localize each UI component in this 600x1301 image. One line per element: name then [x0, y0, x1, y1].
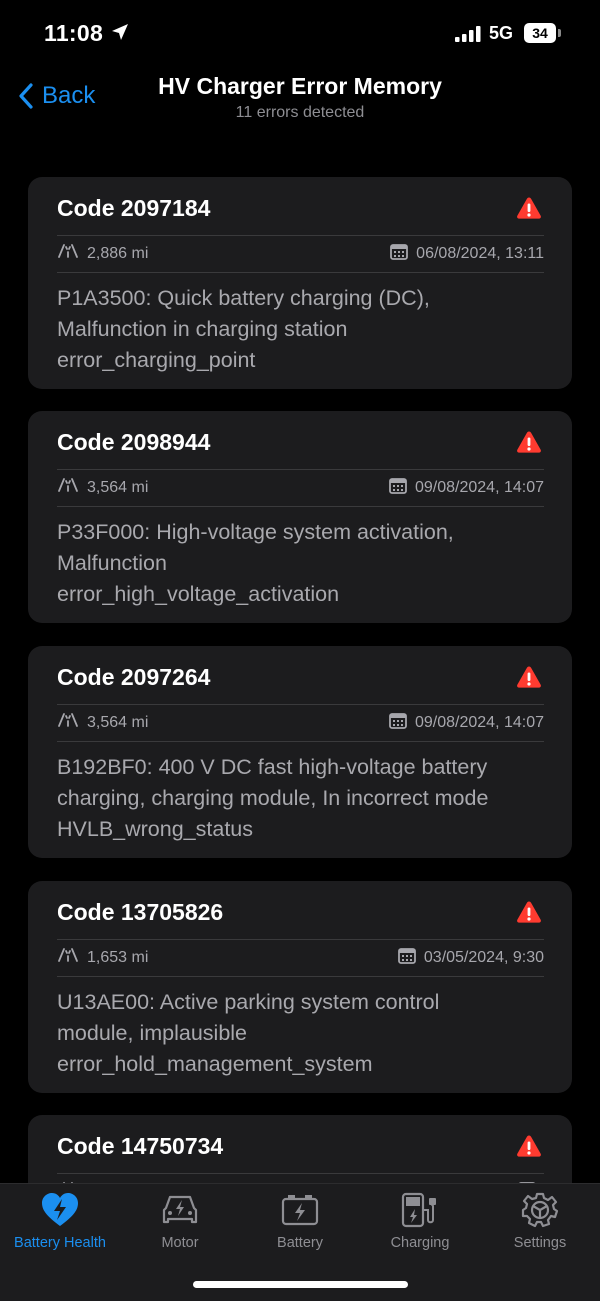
error-card[interactable]: Code 2097264 3,564 mi 09/08/2024, 14:07 B19… — [28, 646, 572, 858]
warning-triangle-icon — [516, 900, 542, 929]
car-bolt-icon — [162, 1195, 198, 1224]
error-code: Code 2097264 — [57, 664, 211, 690]
tab-label: Charging — [390, 1235, 450, 1251]
home-indicator[interactable] — [193, 1281, 408, 1288]
ev-charger-icon — [401, 1192, 436, 1228]
divider — [57, 741, 544, 742]
error-card[interactable]: Code 2098944 3,564 mi 09/08/2024, 14:07 P33… — [28, 411, 572, 623]
error-card[interactable]: Code 13705826 1,653 mi 03/05/2024, 9:30 U13… — [28, 881, 572, 1093]
error-datetime: 06/08/2024, 13:11 — [416, 245, 544, 262]
battery-level: 34 — [524, 23, 556, 43]
warning-triangle-icon — [516, 665, 542, 694]
error-meta: 3,564 mi 09/08/2024, 14:07 — [57, 475, 544, 497]
status-bar: 11:08 5G 34 — [0, 0, 600, 66]
divider — [57, 939, 544, 940]
description-line: B192BF0: 400 V DC fast high-voltage batt… — [57, 755, 488, 779]
divider — [57, 469, 544, 470]
tab-label: Battery Health — [14, 1235, 106, 1251]
page-subtitle: 11 errors detected — [235, 104, 365, 121]
divider — [57, 1173, 544, 1174]
tab-label: Battery — [277, 1235, 323, 1251]
odometer-icon — [57, 712, 87, 733]
description-line: P1A3500: Quick battery charging (DC), — [57, 286, 430, 310]
status-time: 11:08 — [44, 20, 104, 46]
odometer-icon — [57, 947, 87, 968]
battery-bolt-icon — [281, 1195, 319, 1226]
calendar-icon — [390, 243, 416, 265]
error-meta: 2,886 mi 06/08/2024, 13:11 — [57, 241, 544, 263]
description-line: Malfunction in charging station — [57, 317, 348, 341]
tab-label: Settings — [513, 1235, 567, 1251]
error-mileage: 3,564 mi — [87, 478, 149, 496]
error-list[interactable]: Code 2097184 2,886 mi 06/08/2024, 13:11 P1A… — [28, 177, 572, 1183]
error-description: P1A3500: Quick battery charging (DC), Mal… — [57, 283, 552, 376]
divider — [57, 506, 544, 507]
error-datetime: 03/05/2024, 9:30 — [423, 949, 544, 966]
error-description: P33F000: High-voltage system activation,… — [57, 517, 552, 610]
tab-settings[interactable]: Settings — [480, 1184, 600, 1264]
description-line: P33F000: High-voltage system activation, — [57, 520, 454, 544]
tab-battery[interactable]: Battery — [240, 1184, 360, 1264]
error-description: U13AE00: Active parking system control mo… — [57, 987, 552, 1080]
divider — [57, 272, 544, 273]
error-datetime: 09/08/2024, 14:07 — [414, 714, 544, 731]
heart-bolt-icon — [42, 1193, 78, 1226]
error-mileage: 1,653 mi — [87, 948, 149, 966]
error-mileage: 2,886 mi — [87, 244, 149, 262]
warning-triangle-icon — [516, 196, 542, 225]
warning-triangle-icon — [516, 1134, 542, 1163]
calendar-icon — [389, 712, 415, 734]
divider — [57, 704, 544, 705]
description-line: error_high_voltage_activation — [57, 582, 340, 606]
odometer-icon — [57, 477, 87, 498]
description-line: module, implausible — [57, 1021, 248, 1045]
calendar-icon — [389, 477, 415, 499]
description-line: charging, charging module, In incorrect … — [57, 786, 489, 810]
description-line: Malfunction — [57, 551, 167, 575]
tab-battery-health[interactable]: Battery Health — [0, 1184, 120, 1264]
error-code: Code 2097184 — [57, 195, 211, 221]
nav-bar: Back HV Charger Error Memory 11 errors d… — [0, 66, 600, 136]
error-meta: 3,564 mi 09/08/2024, 14:07 — [57, 710, 544, 732]
tab-label: Motor — [161, 1235, 199, 1251]
battery-indicator: 34 — [524, 23, 561, 43]
tab-motor[interactable]: Motor — [120, 1184, 240, 1264]
location-arrow-icon — [112, 24, 128, 40]
description-line: U13AE00: Active parking system control — [57, 990, 440, 1014]
error-code: Code 14750734 — [57, 1133, 224, 1159]
cellular-signal-icon — [455, 26, 481, 42]
divider — [57, 235, 544, 236]
error-meta: 1,653 mi 03/05/2024, 9:30 — [57, 945, 544, 967]
tab-charging[interactable]: Charging — [360, 1184, 480, 1264]
calendar-icon — [397, 947, 424, 969]
description-line: error_charging_point — [57, 348, 256, 372]
error-mileage: 3,564 mi — [87, 713, 149, 731]
divider — [57, 976, 544, 977]
error-card[interactable]: Code 2097184 2,886 mi 06/08/2024, 13:11 P1A… — [28, 177, 572, 389]
description-line: error_hold_management_system — [57, 1052, 373, 1076]
error-code: Code 2098944 — [57, 429, 211, 455]
description-line: HVLB_wrong_status — [57, 817, 253, 841]
warning-triangle-icon — [516, 430, 542, 459]
error-datetime: 09/08/2024, 14:07 — [414, 479, 544, 496]
network-type: 5G — [489, 23, 514, 43]
gear-icon — [521, 1192, 559, 1228]
error-card[interactable]: Code 14750734 — [28, 1115, 572, 1183]
page-title: HV Charger Error Memory — [158, 73, 442, 99]
error-code: Code 13705826 — [57, 899, 224, 925]
odometer-icon — [57, 243, 87, 264]
error-description: B192BF0: 400 V DC fast high-voltage batt… — [57, 752, 552, 845]
